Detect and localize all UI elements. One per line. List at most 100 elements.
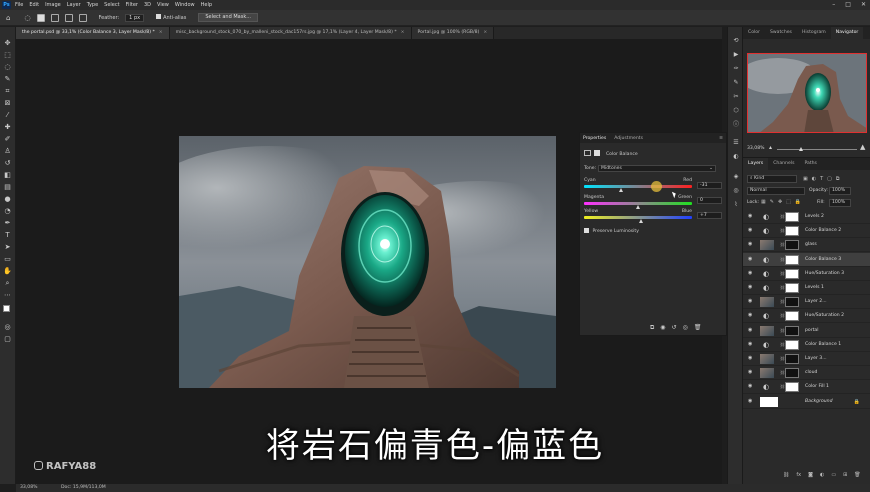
menu-select[interactable]: Select	[104, 2, 119, 8]
lasso-tool-icon[interactable]: ◌	[24, 14, 30, 22]
menu-help[interactable]: Help	[201, 2, 212, 8]
layer-mask-thumbnail[interactable]	[785, 368, 799, 379]
hand-tool-icon[interactable]: ✋	[3, 267, 12, 276]
delete-layer-icon[interactable]: 🗑	[854, 472, 860, 478]
mask-icon[interactable]	[594, 150, 601, 156]
layer-row[interactable]: ◉ ⛓ cloud	[743, 366, 870, 381]
feather-input[interactable]: 1 px	[125, 13, 145, 22]
filter-smart-icon[interactable]: ⧉	[836, 176, 840, 182]
close-icon[interactable]: ✕	[861, 1, 866, 8]
adjustments-icon[interactable]: ◐	[732, 153, 740, 161]
layer-mask-thumbnail[interactable]	[785, 311, 799, 322]
filter-pixel-icon[interactable]: ▣	[803, 176, 808, 182]
eraser-tool-icon[interactable]: ◧	[3, 171, 12, 180]
menu-file[interactable]: File	[15, 2, 23, 8]
tab-layers[interactable]: Layers	[743, 158, 769, 170]
blend-mode-select[interactable]: Normal	[747, 187, 805, 195]
tab-swatches[interactable]: Swatches	[765, 27, 797, 39]
lock-all-icon[interactable]: 🔒	[795, 199, 801, 205]
layer-row[interactable]: ◉ ◐ ⛓ Hue/Saturation 2	[743, 309, 870, 324]
view-previous-icon[interactable]: ◉	[660, 324, 665, 332]
new-selection-icon[interactable]	[36, 13, 45, 22]
visibility-eye-icon[interactable]: ◉	[748, 384, 754, 389]
filter-adjustment-icon[interactable]: ◐	[812, 176, 816, 182]
clip-to-layer-icon[interactable]: ⧉	[650, 324, 654, 332]
channels-icon[interactable]: ◎	[732, 187, 740, 195]
close-tab-icon[interactable]: ×	[159, 30, 163, 35]
more-tools-icon[interactable]: ⋯	[3, 291, 12, 300]
visibility-eye-icon[interactable]: ◉	[748, 228, 754, 233]
layer-mask-thumbnail[interactable]	[785, 226, 799, 237]
subtract-selection-icon[interactable]	[64, 13, 73, 22]
yellow-blue-slider-handle[interactable]	[639, 219, 644, 223]
layer-mask-thumbnail[interactable]	[785, 283, 799, 293]
clone-stamp-tool-icon[interactable]: ♙	[3, 147, 12, 156]
layer-mask-thumbnail[interactable]	[785, 354, 799, 364]
zoom-slider-handle[interactable]	[799, 147, 803, 151]
magenta-green-input[interactable]: 0	[697, 197, 722, 204]
tab-portal-jpg[interactable]: Portal.jpg @ 100% (RGB/8) ×	[411, 27, 495, 39]
new-layer-icon[interactable]: ⊞	[843, 472, 847, 478]
fill-input[interactable]: 100%	[829, 199, 851, 207]
layer-row[interactable]: ◉ ⛓ Layer 2...	[743, 295, 870, 310]
fx-icon[interactable]: fx	[796, 472, 801, 478]
layer-row[interactable]: ◉ ⛓ glass	[743, 238, 870, 253]
visibility-icon[interactable]: ◎	[683, 324, 688, 332]
layer-row[interactable]: ◉ ◐ ⛓ Color Balance 2	[743, 224, 870, 239]
reset-icon[interactable]: ↺	[672, 324, 677, 332]
home-icon[interactable]: ⌂	[6, 14, 10, 22]
menu-type[interactable]: Type	[87, 2, 98, 8]
intersect-selection-icon[interactable]	[78, 13, 87, 22]
move-tool-icon[interactable]: ✥	[3, 39, 12, 48]
visibility-eye-icon[interactable]: ◉	[748, 214, 754, 219]
lock-transparent-icon[interactable]: ▦	[761, 199, 766, 205]
history-brush-tool-icon[interactable]: ↺	[3, 159, 12, 168]
visibility-eye-icon[interactable]: ◉	[748, 270, 754, 276]
filter-shape-icon[interactable]: ▢	[827, 176, 832, 182]
menu-edit[interactable]: Edit	[29, 2, 39, 8]
minimize-icon[interactable]: –	[832, 1, 835, 8]
menu-layer[interactable]: Layer	[67, 2, 81, 8]
layer-mask-thumbnail[interactable]	[785, 254, 799, 265]
crop-tool-icon[interactable]: ⌗	[3, 87, 12, 96]
cyan-red-slider[interactable]	[584, 185, 692, 188]
zoom-out-icon[interactable]: ▴	[769, 144, 772, 151]
menu-image[interactable]: Image	[45, 2, 61, 8]
tab-color[interactable]: Color	[743, 27, 765, 39]
healing-brush-tool-icon[interactable]: ✚	[3, 123, 12, 132]
visibility-eye-icon[interactable]: ◉	[748, 285, 754, 290]
eyedropper-tool-icon[interactable]: ⁄	[3, 111, 12, 120]
add-mask-icon[interactable]: ◙	[808, 472, 813, 478]
dodge-tool-icon[interactable]: ◔	[3, 207, 12, 216]
close-tab-icon[interactable]: ×	[401, 30, 405, 35]
tab-adjustments[interactable]: Adjustments	[614, 136, 643, 141]
screen-mode-icon[interactable]: ▢	[3, 335, 12, 344]
link-layers-icon[interactable]: ⛓	[783, 472, 789, 478]
menu-3d[interactable]: 3D	[144, 2, 151, 8]
layer-mask-thumbnail[interactable]	[785, 382, 799, 393]
yellow-blue-input[interactable]: +7	[697, 212, 722, 219]
layer-row[interactable]: ◉ ⛓ portal	[743, 324, 870, 338]
antialias-checkbox[interactable]: Anti-alias	[156, 14, 186, 21]
type-tool-icon[interactable]: T	[3, 231, 12, 240]
layer-mask-thumbnail[interactable]	[785, 339, 799, 350]
layer-mask-thumbnail[interactable]	[785, 325, 799, 336]
layer-mask-thumbnail[interactable]	[785, 240, 799, 251]
frame-tool-icon[interactable]: ⊠	[3, 99, 12, 108]
brush-settings-icon[interactable]: ✑	[732, 65, 740, 73]
yellow-blue-slider[interactable]	[584, 216, 692, 219]
play-actions-icon[interactable]: ▶	[732, 51, 740, 59]
preserve-luminosity-checkbox[interactable]: Preserve Luminosity	[584, 228, 639, 234]
tab-the-portal[interactable]: the portal.psd @ 33,1% (Color Balance 3,…	[16, 27, 170, 39]
menu-view[interactable]: View	[157, 2, 169, 8]
zoom-tool-icon[interactable]: ⌕	[3, 279, 12, 288]
tab-channels[interactable]: Channels	[768, 158, 799, 170]
lock-pixels-icon[interactable]: ✎	[770, 199, 774, 205]
layers-icon[interactable]: ◈	[732, 173, 740, 181]
tab-navigator[interactable]: Navigator	[830, 27, 864, 39]
add-selection-icon[interactable]	[50, 13, 59, 22]
visibility-eye-icon[interactable]: ◉	[748, 313, 754, 318]
visibility-eye-icon[interactable]: ◉	[748, 327, 754, 333]
visibility-eye-icon[interactable]: ◉	[748, 242, 754, 247]
info-icon[interactable]: ⓘ	[732, 121, 740, 129]
